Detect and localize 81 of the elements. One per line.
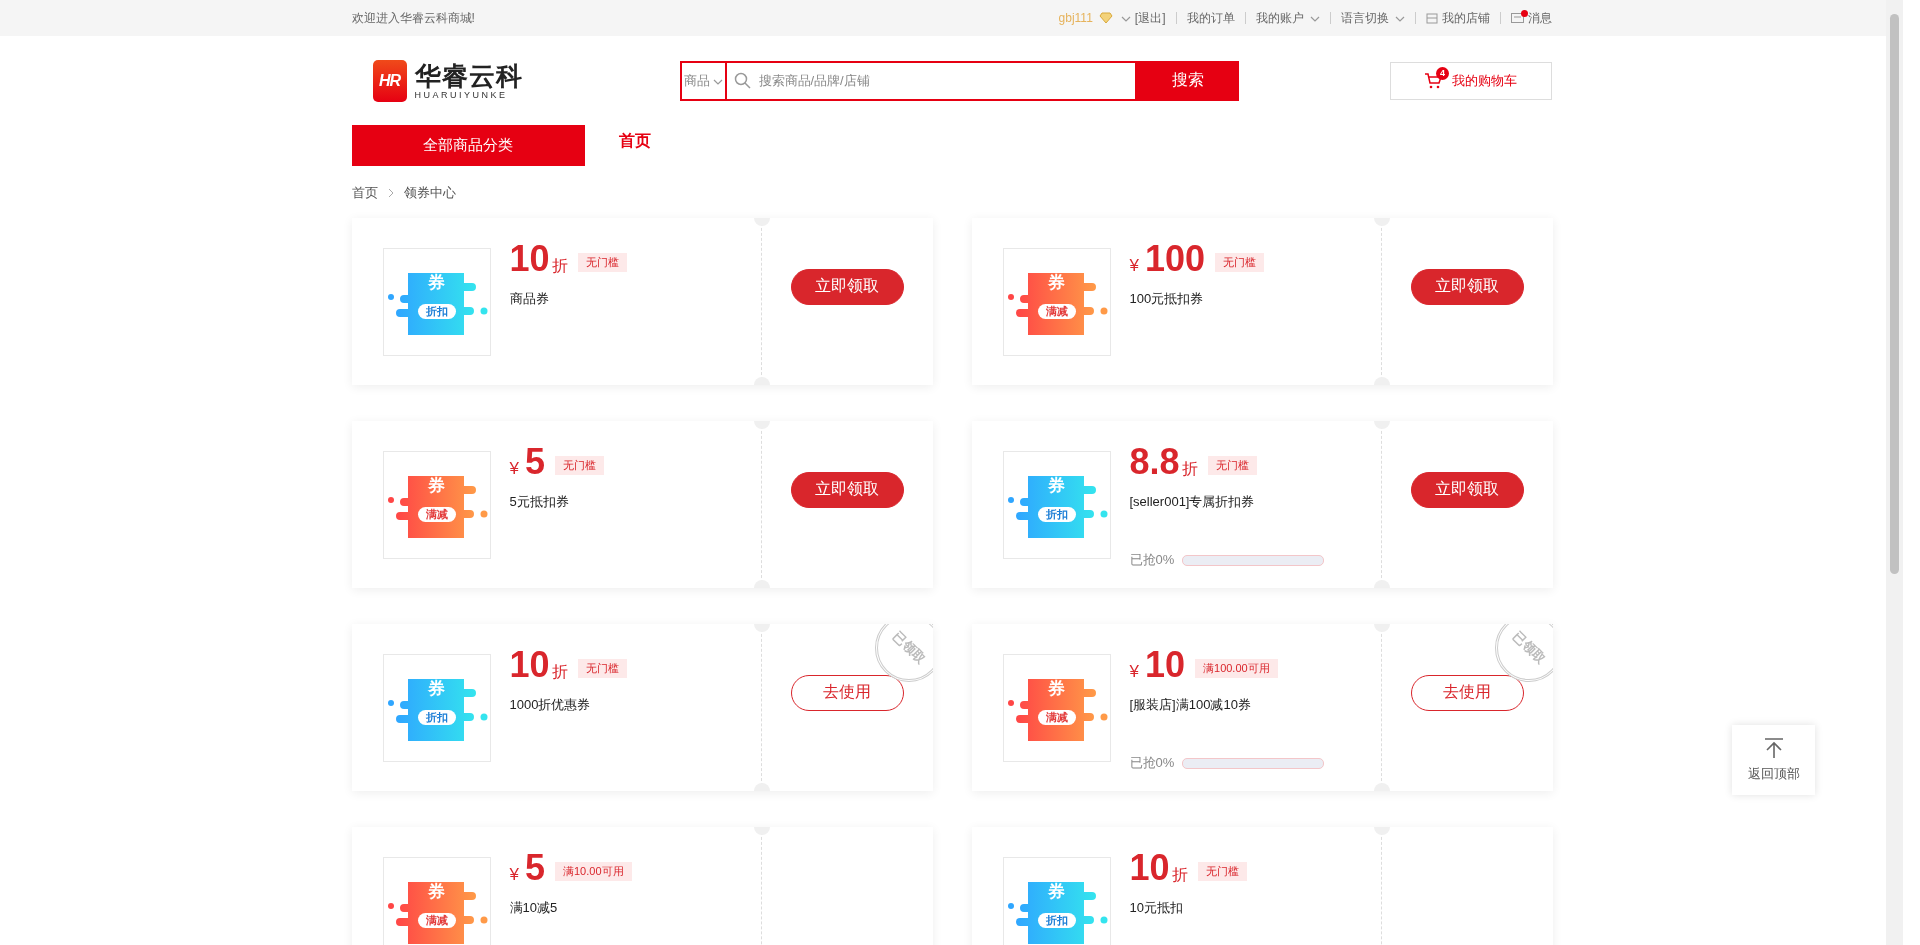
cart-count-badge: 4 (1436, 66, 1449, 80)
condition-tag: 无门槛 (555, 455, 604, 475)
coupon-value: 100 (1144, 238, 1206, 280)
back-to-top-button[interactable]: 返回顶部 (1732, 725, 1815, 795)
coupon-symbol: 券 (427, 679, 446, 699)
coupon-name: 满10减5 (509, 899, 559, 917)
coupon-symbol: 券 (1047, 679, 1066, 699)
currency-symbol: ¥ (509, 865, 519, 885)
condition-tag: 无门槛 (577, 658, 627, 678)
coupon-value: 10 (1129, 847, 1170, 889)
coupon-name: 1000折优惠券 (509, 696, 592, 714)
claimed-percent: 已抢0% (1129, 754, 1175, 772)
coupon-symbol: 券 (1047, 273, 1066, 293)
use-button[interactable]: 去使用 (1410, 674, 1524, 711)
coupon-symbol: 券 (427, 273, 446, 293)
coupon-name: 10元抵扣 (1129, 899, 1184, 917)
top-link[interactable]: 我的店铺 (1425, 9, 1490, 27)
condition-tag: 无门槛 (1215, 252, 1265, 272)
coupon-unit: 折 (551, 662, 568, 682)
top-link[interactable]: 我的订单 (1186, 9, 1235, 27)
coupon-type-label: 满减 (1037, 304, 1076, 319)
coupon-type-label: 折扣 (1037, 913, 1076, 928)
claim-button[interactable]: 立即领取 (790, 268, 904, 305)
coupon-value: 10 (1144, 644, 1185, 686)
coupon-symbol: 券 (1047, 476, 1066, 496)
welcome-text: 欢迎进入华睿云科商城! (351, 9, 475, 27)
diamond-icon (1098, 12, 1113, 24)
coupon-symbol: 券 (427, 882, 446, 902)
condition-tag: 满10.00可用 (555, 861, 632, 881)
search-icon (733, 71, 751, 89)
brand-subtitle: HUARUIYUNKE (414, 89, 509, 100)
currency-symbol: ¥ (1129, 662, 1139, 682)
condition-tag: 满100.00可用 (1195, 658, 1278, 678)
logout-link[interactable]: [退出] (1134, 9, 1166, 27)
coupon-value: 10 (509, 238, 550, 280)
coupon-unit: 折 (1171, 865, 1188, 885)
top-link[interactable]: 语言切换 (1340, 9, 1405, 27)
coupon-name: [服装店]满100减10券 (1129, 696, 1252, 714)
scrollbar[interactable] (1886, 0, 1903, 945)
cart-button[interactable]: 4 我的购物车 (1389, 61, 1552, 100)
coupon-type-label: 满减 (417, 913, 456, 928)
claim-button[interactable]: 立即领取 (1410, 471, 1524, 508)
coupon-type-label: 满减 (417, 507, 456, 522)
chevron-right-icon (387, 188, 394, 198)
search-field[interactable]: 搜索商品/品牌/店铺 (724, 60, 1137, 101)
coupon-name: [seller001]专属折扣券 (1129, 493, 1256, 511)
coupon-type-label: 折扣 (1037, 507, 1076, 522)
store-icon (1425, 12, 1438, 24)
coupon-type-label: 折扣 (417, 710, 456, 725)
claimed-percent: 已抢0% (1129, 551, 1175, 569)
condition-tag: 无门槛 (577, 252, 627, 272)
use-button[interactable]: 去使用 (790, 674, 904, 711)
category-menu-button[interactable]: 全部商品分类 (351, 125, 585, 166)
coupon-name: 5元抵扣券 (509, 493, 570, 511)
arrow-up-icon (1762, 737, 1785, 759)
coupon-symbol: 券 (1047, 882, 1066, 902)
condition-tag: 无门槛 (1197, 861, 1247, 881)
coupon-type-label: 折扣 (417, 304, 456, 319)
coupon-symbol: 券 (427, 476, 446, 496)
logo-mark: HR (372, 59, 407, 102)
coupon-value: 5 (524, 441, 545, 483)
claim-button[interactable]: 立即领取 (790, 471, 904, 508)
claim-button[interactable]: 立即领取 (1410, 268, 1524, 305)
coupon-value: 5 (524, 847, 545, 889)
search-button[interactable]: 搜索 (1136, 60, 1239, 101)
top-link[interactable]: 我的账户 (1255, 9, 1320, 27)
coupon-unit: 折 (1181, 459, 1198, 479)
top-link[interactable]: 消息 (1510, 9, 1552, 27)
coupon-type-label: 满减 (1037, 710, 1076, 725)
coupon-value: 8.8 (1129, 441, 1180, 483)
breadcrumb-link[interactable]: 首页 (351, 184, 378, 202)
brand-name: 华睿云科 (414, 61, 523, 90)
coupon-value: 10 (509, 644, 550, 686)
currency-symbol: ¥ (509, 459, 519, 479)
coupon-unit: 折 (551, 256, 568, 276)
condition-tag: 无门槛 (1207, 455, 1257, 475)
currency-symbol: ¥ (1129, 256, 1139, 276)
coupon-name: 商品券 (509, 290, 550, 308)
scrollbar-thumb[interactable] (1890, 14, 1899, 574)
nav-link[interactable]: 首页 (618, 131, 651, 152)
coupon-name: 100元抵扣券 (1129, 290, 1205, 308)
